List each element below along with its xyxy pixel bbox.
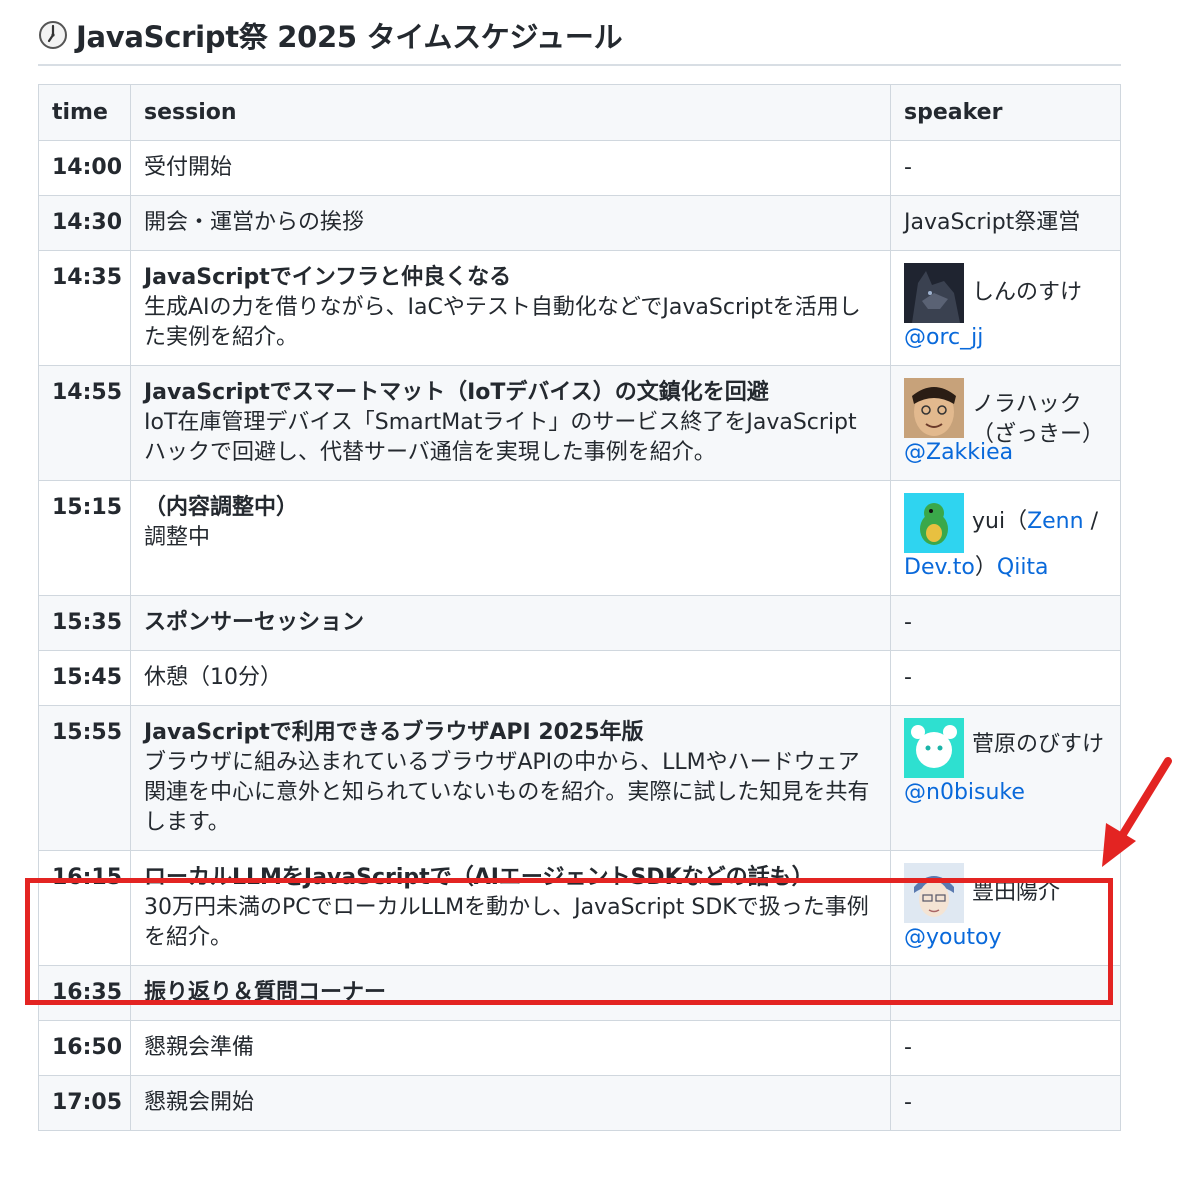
row-session: 休憩（10分） bbox=[130, 650, 891, 706]
row-session: 振り返り＆質問コーナー bbox=[130, 965, 891, 1021]
row-session: ローカルLLMをJavaScriptで（AIエージェントSDKなどの話も） 30… bbox=[130, 850, 891, 966]
row-time: 15:55 bbox=[38, 705, 131, 851]
row-speaker: ノラハック（ざっきー） @Zakkiea bbox=[890, 365, 1121, 481]
header-speaker: speaker bbox=[890, 84, 1121, 141]
header-time: time bbox=[38, 84, 131, 141]
session-title: JavaScriptでスマートマット（IoTデバイス）の文鎮化を回避 bbox=[144, 380, 769, 405]
link-close-paren: ） bbox=[974, 555, 997, 580]
table-row: 16:15 ローカルLLMをJavaScriptで（AIエージェントSDKなどの… bbox=[38, 850, 1121, 966]
speaker-handle-link[interactable]: @orc_jj bbox=[904, 325, 983, 350]
man-photo-avatar bbox=[904, 378, 964, 438]
session-title: JavaScriptでインフラと仲良くなる bbox=[144, 265, 512, 290]
row-speaker: - bbox=[890, 1075, 1121, 1131]
page-title: JavaScript祭 2025 タイムスケジュール bbox=[76, 20, 623, 54]
row-session: 懇親会準備 bbox=[130, 1020, 891, 1076]
table-row: 15:35 スポンサーセッション - bbox=[38, 595, 1121, 651]
table-row: 15:15 （内容調整中） 調整中 yui（Zenn / Dev.to）Qiit… bbox=[38, 480, 1121, 596]
table-row: 16:50 懇親会準備 - bbox=[38, 1020, 1121, 1076]
illustration-avatar bbox=[904, 863, 964, 923]
session-description: 受付開始 bbox=[144, 155, 233, 180]
session-title: （内容調整中） bbox=[144, 495, 299, 520]
session-description: 休憩（10分） bbox=[144, 665, 282, 690]
row-time: 16:50 bbox=[38, 1020, 131, 1076]
row-time: 14:55 bbox=[38, 365, 131, 481]
zenn-link[interactable]: Zenn bbox=[1027, 509, 1084, 534]
clock-icon bbox=[39, 21, 67, 49]
row-time: 15:15 bbox=[38, 480, 131, 596]
row-time: 15:45 bbox=[38, 650, 131, 706]
row-session: 受付開始 bbox=[130, 140, 891, 196]
session-title: 振り返り＆質問コーナー bbox=[144, 980, 387, 1005]
session-description: 懇親会準備 bbox=[144, 1035, 255, 1060]
cat-avatar bbox=[904, 718, 964, 778]
speaker-name: しんのすけ bbox=[972, 280, 1083, 305]
session-description: 開会・運営からの挨拶 bbox=[144, 210, 365, 235]
session-description: 調整中 bbox=[144, 525, 211, 550]
row-session: スポンサーセッション bbox=[130, 595, 891, 651]
row-speaker: 菅原のびすけ @n0bisuke bbox=[890, 705, 1121, 851]
row-speaker: JavaScript祭運営 bbox=[890, 195, 1121, 251]
row-speaker: - bbox=[890, 595, 1121, 651]
table-row: 15:55 JavaScriptで利用できるブラウザAPI 2025年版 ブラウ… bbox=[38, 705, 1121, 851]
speaker-name: 豊田陽介 bbox=[972, 880, 1061, 905]
page: JavaScript祭 2025 タイムスケジュール time session … bbox=[38, 0, 1121, 1131]
row-time: 17:05 bbox=[38, 1075, 131, 1131]
header-session: session bbox=[130, 84, 891, 141]
row-speaker bbox=[890, 965, 1121, 1021]
session-description: 生成AIの力を借りながら、IaCやテスト自動化などでJavaScriptを活用し… bbox=[144, 295, 861, 350]
qiita-link[interactable]: Qiita bbox=[997, 555, 1049, 580]
speaker-name: yui（ bbox=[972, 509, 1028, 534]
table-row: 14:30 開会・運営からの挨拶 JavaScript祭運営 bbox=[38, 195, 1121, 251]
row-speaker: - bbox=[890, 650, 1121, 706]
link-separator: / bbox=[1083, 509, 1098, 534]
row-speaker: yui（Zenn / Dev.to）Qiita bbox=[890, 480, 1121, 596]
row-session: JavaScriptでインフラと仲良くなる 生成AIの力を借りながら、IaCやテ… bbox=[130, 250, 891, 366]
dinosaur-avatar bbox=[904, 493, 964, 553]
session-description: IoT在庫管理デバイス「SmartMatライト」のサービス終了をJavaScri… bbox=[144, 410, 857, 465]
page-heading: JavaScript祭 2025 タイムスケジュール bbox=[38, 0, 1121, 66]
row-speaker: - bbox=[890, 140, 1121, 196]
row-time: 14:35 bbox=[38, 250, 131, 366]
table-row: 14:00 受付開始 - bbox=[38, 140, 1121, 196]
devto-link[interactable]: Dev.to bbox=[904, 555, 975, 580]
session-description: 懇親会開始 bbox=[144, 1090, 255, 1115]
session-description: 30万円未満のPCでローカルLLMを動かし、JavaScript SDKで扱った… bbox=[144, 895, 869, 950]
row-session: （内容調整中） 調整中 bbox=[130, 480, 891, 596]
table-row: 15:45 休憩（10分） - bbox=[38, 650, 1121, 706]
session-title: スポンサーセッション bbox=[144, 610, 365, 635]
row-time: 14:30 bbox=[38, 195, 131, 251]
wolf-avatar bbox=[904, 263, 964, 323]
row-time: 15:35 bbox=[38, 595, 131, 651]
speaker-handle-link[interactable]: @n0bisuke bbox=[904, 780, 1025, 805]
row-time: 14:00 bbox=[38, 140, 131, 196]
speaker-name: ノラハック（ざっきー） bbox=[972, 392, 1105, 447]
row-session: JavaScriptでスマートマット（IoTデバイス）の文鎮化を回避 IoT在庫… bbox=[130, 365, 891, 481]
row-session: JavaScriptで利用できるブラウザAPI 2025年版 ブラウザに組み込ま… bbox=[130, 705, 891, 851]
row-session: 懇親会開始 bbox=[130, 1075, 891, 1131]
table-row: 14:55 JavaScriptでスマートマット（IoTデバイス）の文鎮化を回避… bbox=[38, 365, 1121, 481]
row-speaker: 豊田陽介 @youtoy bbox=[890, 850, 1121, 966]
row-speaker: - bbox=[890, 1020, 1121, 1076]
red-arrow-icon bbox=[1102, 757, 1172, 867]
speaker-handle-link[interactable]: @youtoy bbox=[904, 925, 1002, 950]
row-time: 16:35 bbox=[38, 965, 131, 1021]
table-header-row: time session speaker bbox=[38, 84, 1121, 141]
session-title: JavaScriptで利用できるブラウザAPI 2025年版 bbox=[144, 720, 644, 745]
row-time: 16:15 bbox=[38, 850, 131, 966]
session-description: ブラウザに組み込まれているブラウザAPIの中から、LLMやハードウェア関連を中心… bbox=[144, 750, 870, 835]
table-row: 14:35 JavaScriptでインフラと仲良くなる 生成AIの力を借りながら… bbox=[38, 250, 1121, 366]
schedule-table: time session speaker 14:00 受付開始 - 14:30 … bbox=[38, 84, 1121, 1131]
session-title: ローカルLLMをJavaScriptで（AIエージェントSDKなどの話も） bbox=[144, 865, 814, 890]
table-row: 17:05 懇親会開始 - bbox=[38, 1075, 1121, 1131]
row-session: 開会・運営からの挨拶 bbox=[130, 195, 891, 251]
speaker-name: 菅原のびすけ bbox=[972, 732, 1105, 757]
table-row: 16:35 振り返り＆質問コーナー bbox=[38, 965, 1121, 1021]
row-speaker: しんのすけ @orc_jj bbox=[890, 250, 1121, 366]
